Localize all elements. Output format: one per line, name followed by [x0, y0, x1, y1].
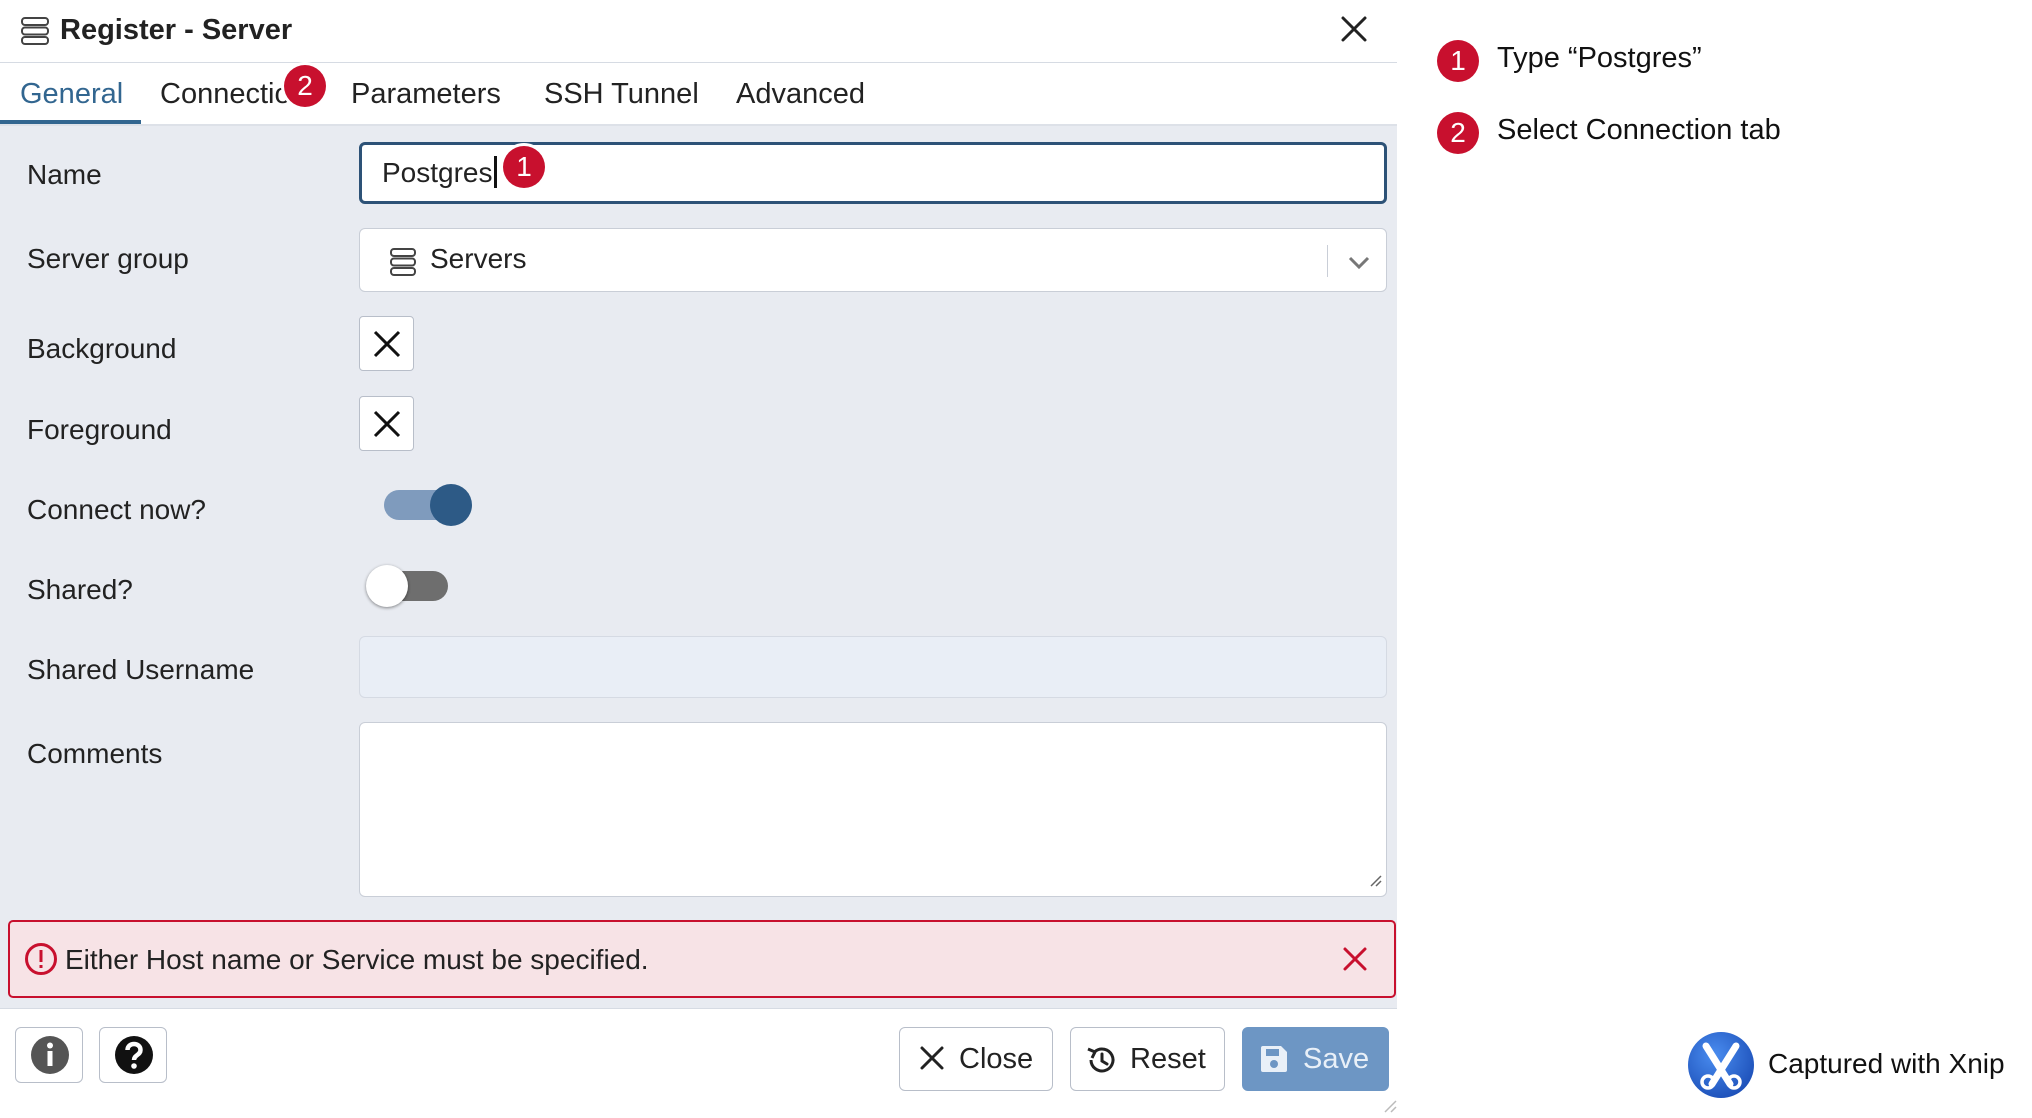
- text-cursor: [493, 156, 497, 188]
- connect-now-toggle[interactable]: [362, 484, 476, 526]
- info-button[interactable]: [15, 1027, 83, 1083]
- floppy-disk-icon: [1261, 1046, 1287, 1072]
- tab-general[interactable]: General: [0, 63, 141, 124]
- name-label: Name: [27, 159, 102, 190]
- close-icon: [920, 1046, 944, 1070]
- reset-button[interactable]: Reset: [1070, 1027, 1225, 1091]
- select-separator: [1327, 245, 1328, 277]
- clear-color-icon: [373, 410, 401, 438]
- dialog-title: Register - Server: [60, 14, 293, 46]
- alert-circle-icon: [24, 942, 58, 981]
- server-icon: [20, 16, 50, 51]
- legend-badge-2: 2: [1437, 112, 1479, 154]
- register-server-dialog: Register - Server General Connection Par…: [0, 0, 1397, 1118]
- shared-username-label: Shared Username: [27, 654, 255, 685]
- foreground-color-picker[interactable]: [359, 396, 414, 451]
- clear-color-icon: [373, 330, 401, 358]
- tab-ssh-tunnel[interactable]: SSH Tunnel: [524, 63, 719, 124]
- error-message-bar: Either Host name or Service must be spec…: [8, 920, 1396, 998]
- legend-text-1: Type “Postgres”: [1497, 42, 1702, 74]
- toggle-knob: [366, 565, 408, 607]
- comments-textarea[interactable]: [359, 722, 1387, 897]
- help-button[interactable]: [99, 1027, 167, 1083]
- chevron-down-icon[interactable]: [1346, 249, 1372, 280]
- save-button[interactable]: Save: [1242, 1027, 1389, 1091]
- close-icon[interactable]: [1339, 14, 1369, 49]
- dialog-resize-handle[interactable]: [1383, 1099, 1397, 1118]
- dialog-footer: Close Reset Save: [0, 1008, 1397, 1118]
- toggle-knob: [430, 484, 472, 526]
- watermark-text: Captured with Xnip: [1768, 1048, 2005, 1079]
- background-label: Background: [27, 333, 177, 364]
- name-input-value: Postgres: [382, 157, 493, 188]
- shared-toggle[interactable]: [366, 565, 456, 607]
- help-icon: [115, 1036, 153, 1074]
- comments-label: Comments: [27, 738, 163, 769]
- error-message: Either Host name or Service must be spec…: [65, 944, 649, 975]
- dismiss-error-icon[interactable]: [1340, 944, 1370, 979]
- server-group-value: Servers: [430, 243, 527, 274]
- reset-button-label: Reset: [1130, 1043, 1206, 1075]
- save-button-label: Save: [1303, 1043, 1370, 1075]
- tab-bar: General Connection Parameters SSH Tunnel…: [0, 63, 1397, 126]
- server-group-select[interactable]: Servers: [359, 228, 1387, 292]
- tab-advanced[interactable]: Advanced: [716, 63, 885, 124]
- shared-label: Shared?: [27, 574, 133, 605]
- xnip-logo-icon: [1686, 1030, 1756, 1105]
- dialog-titlebar: Register - Server: [0, 0, 1397, 63]
- connect-now-label: Connect now?: [27, 494, 207, 525]
- legend-badge-1: 1: [1437, 40, 1479, 82]
- server-group-icon: [390, 248, 416, 281]
- foreground-label: Foreground: [27, 414, 172, 445]
- annotation-badge-2: 2: [284, 65, 326, 107]
- info-icon: [31, 1036, 69, 1074]
- resize-grip-icon[interactable]: [1368, 873, 1382, 892]
- background-color-picker[interactable]: [359, 316, 414, 371]
- tab-parameters[interactable]: Parameters: [331, 63, 521, 124]
- annotation-badge-1: 1: [503, 146, 545, 188]
- legend-text-2: Select Connection tab: [1497, 114, 1781, 146]
- close-button[interactable]: Close: [899, 1027, 1053, 1091]
- server-group-label: Server group: [27, 243, 189, 274]
- shared-username-input[interactable]: [359, 636, 1387, 698]
- history-icon: [1087, 1047, 1115, 1073]
- close-button-label: Close: [959, 1043, 1034, 1075]
